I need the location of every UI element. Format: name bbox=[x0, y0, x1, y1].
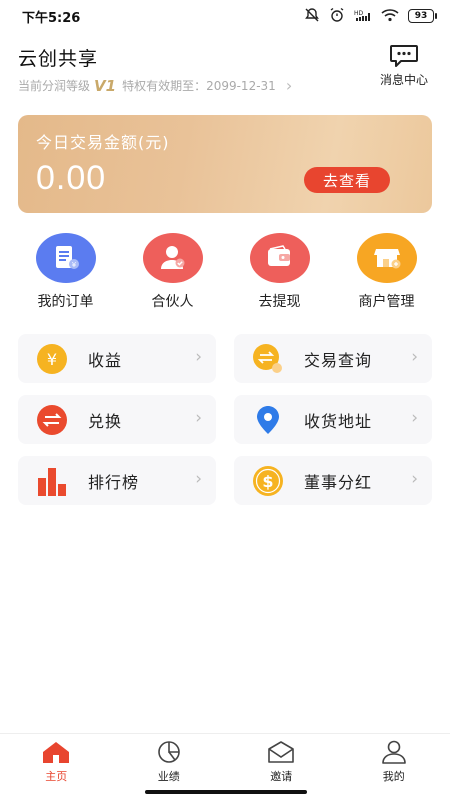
svg-text:$: $ bbox=[262, 472, 273, 491]
nav-profile[interactable]: 我的 bbox=[338, 734, 450, 800]
battery-icon: 93 bbox=[408, 9, 437, 23]
today-amount-label: 今日交易金额(元) bbox=[36, 133, 170, 152]
menu-transaction-query[interactable]: 交易查询 › bbox=[234, 334, 432, 383]
svg-text:¥: ¥ bbox=[47, 350, 57, 369]
quick-label: 去提现 bbox=[258, 294, 301, 310]
location-pin-icon bbox=[250, 402, 286, 438]
nav-label: 我的 bbox=[382, 770, 405, 783]
exchange-search-icon bbox=[250, 341, 286, 377]
quick-withdraw[interactable]: 去提现 bbox=[226, 233, 333, 311]
chevron-right-icon: › bbox=[411, 469, 418, 489]
nav-label: 业绩 bbox=[157, 770, 180, 783]
ranking-bar-icon bbox=[34, 463, 70, 499]
chat-bubble-icon bbox=[390, 45, 418, 67]
yen-icon: ¥ bbox=[34, 341, 70, 377]
chevron-right-icon: › bbox=[411, 347, 418, 367]
wallet-icon bbox=[249, 233, 310, 283]
profile-icon bbox=[381, 740, 406, 764]
quick-actions: ¥ 我的订单 合伙人 去提现 商户管理 bbox=[0, 233, 450, 311]
chevron-right-icon: › bbox=[195, 408, 202, 428]
menu-director-dividend[interactable]: $ 董事分红 › bbox=[234, 456, 432, 505]
app-title: 云创共享 bbox=[18, 48, 99, 70]
swap-icon bbox=[34, 402, 70, 438]
menu-label: 董事分红 bbox=[304, 472, 373, 492]
menu-shipping-address[interactable]: 收货地址 › bbox=[234, 395, 432, 444]
chevron-right-icon: › bbox=[195, 469, 202, 489]
nav-label: 主页 bbox=[45, 770, 68, 783]
menu-exchange[interactable]: 兑换 › bbox=[18, 395, 216, 444]
status-time: 下午5:26 bbox=[22, 10, 81, 26]
signal-icon: HD bbox=[354, 8, 372, 25]
home-indicator[interactable] bbox=[145, 790, 307, 794]
level-row[interactable]: 当前分润等级 V1 特权有效期至：2099-12-31 › bbox=[18, 76, 292, 95]
privilege-text: 特权有效期至：2099-12-31 bbox=[122, 79, 276, 93]
menu-leaderboard[interactable]: 排行榜 › bbox=[18, 456, 216, 505]
menu-label: 兑换 bbox=[88, 411, 123, 431]
menu-grid: ¥ 收益 › 交易查询 › 兑换 › 收货地址 › 排行榜 › $ 董事分红 › bbox=[18, 334, 432, 505]
chevron-right-icon: › bbox=[195, 347, 202, 367]
dollar-coin-icon: $ bbox=[250, 463, 286, 499]
shop-icon bbox=[356, 233, 417, 283]
view-details-button[interactable]: 去查看 bbox=[304, 167, 390, 193]
quick-my-orders[interactable]: ¥ 我的订单 bbox=[12, 233, 119, 311]
nav-home[interactable]: 主页 bbox=[0, 734, 113, 800]
svg-text:¥: ¥ bbox=[71, 261, 76, 269]
quick-label: 合伙人 bbox=[151, 294, 194, 310]
nav-label: 邀请 bbox=[270, 770, 293, 783]
envelope-icon bbox=[268, 741, 295, 763]
home-icon bbox=[43, 742, 70, 763]
today-transaction-card: 今日交易金额(元) 0.00 去查看 bbox=[18, 115, 432, 213]
level-prefix: 当前分润等级 bbox=[18, 79, 91, 93]
menu-label: 收货地址 bbox=[304, 411, 373, 431]
wifi-icon bbox=[381, 8, 399, 25]
svg-text:HD: HD bbox=[354, 10, 364, 17]
partner-icon bbox=[142, 233, 203, 283]
menu-label: 排行榜 bbox=[88, 472, 140, 492]
menu-label: 收益 bbox=[88, 350, 123, 370]
menu-earnings[interactable]: ¥ 收益 › bbox=[18, 334, 216, 383]
quick-label: 商户管理 bbox=[358, 294, 415, 310]
status-icons: HD 93 bbox=[304, 7, 437, 26]
status-bar: 下午5:26 HD 93 bbox=[0, 0, 450, 32]
quick-label: 我的订单 bbox=[37, 294, 94, 310]
menu-label: 交易查询 bbox=[304, 350, 373, 370]
quick-partner[interactable]: 合伙人 bbox=[119, 233, 226, 311]
chevron-right-icon: › bbox=[285, 76, 293, 95]
today-amount-value: 0.00 bbox=[36, 159, 107, 197]
alarm-icon bbox=[329, 7, 345, 26]
level-badge: V1 bbox=[94, 76, 117, 95]
message-center-label: 消息中心 bbox=[379, 73, 428, 87]
message-center-button[interactable]: 消息中心 bbox=[374, 44, 434, 88]
notification-mute-icon bbox=[304, 7, 320, 26]
chevron-right-icon: › bbox=[411, 408, 418, 428]
quick-merchant-management[interactable]: 商户管理 bbox=[333, 233, 440, 311]
pie-chart-icon bbox=[157, 741, 180, 763]
receipt-icon: ¥ bbox=[35, 233, 96, 283]
